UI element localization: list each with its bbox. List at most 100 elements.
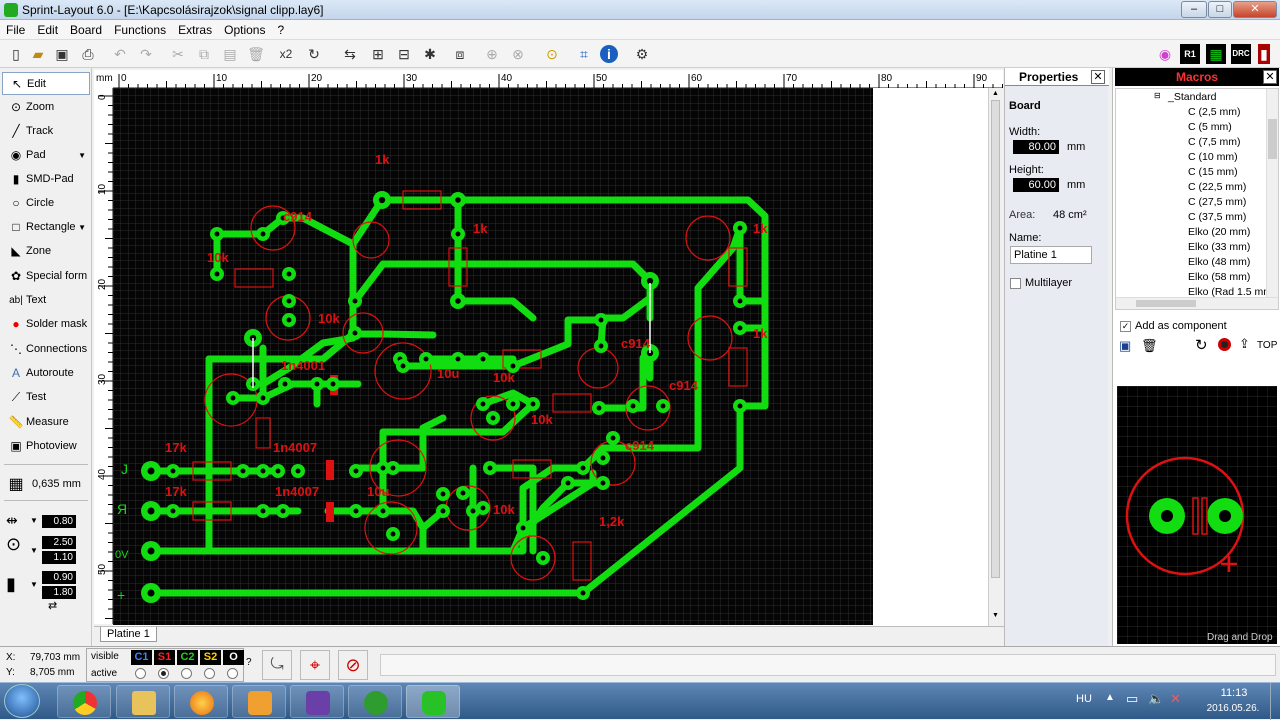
help-mark[interactable]: ? — [246, 657, 252, 668]
taskbar-visual-studio[interactable] — [290, 685, 344, 718]
layer-active-radio[interactable] — [181, 668, 192, 679]
macro-tree[interactable]: ⊟ _Standard C (2,5 mm) C (5 mm) C (7,5 mm)… — [1115, 88, 1279, 310]
tool-connections[interactable]: ⋱ Connections — [2, 338, 90, 361]
start-button[interactable] — [4, 684, 40, 718]
add-component-checkbox[interactable]: ✓ — [1120, 321, 1131, 332]
delete-icon[interactable]: 🗑 — [246, 44, 266, 64]
macro-item[interactable]: Elko (58 mm) — [1188, 270, 1250, 285]
language-indicator[interactable]: HU — [1076, 693, 1092, 705]
name-field[interactable]: Platine 1 — [1010, 246, 1092, 264]
crosshair-icon[interactable]: ⌖ — [300, 650, 330, 680]
chevron-down-icon[interactable]: ▼ — [30, 546, 38, 555]
tool-track[interactable]: ╱ Track — [2, 120, 90, 143]
drc-icon[interactable]: DRC — [1231, 44, 1251, 64]
chevron-down-icon[interactable]: ▼ — [30, 516, 38, 525]
redo-icon[interactable]: ↷ — [136, 44, 156, 64]
height-field[interactable]: 60.00 — [1013, 178, 1059, 192]
copy-icon[interactable]: ⧉ — [194, 44, 214, 64]
tool-autoroute[interactable]: A Autoroute — [2, 362, 90, 385]
clock-time[interactable]: 11:13 — [1210, 687, 1258, 699]
tree-vscrollbar[interactable] — [1266, 89, 1278, 297]
rotate-icon[interactable]: ↻ — [1195, 336, 1208, 354]
r1-icon[interactable]: R1 — [1180, 44, 1200, 64]
chevron-down-icon[interactable]: ▼ — [30, 580, 38, 589]
layer-visible-toggle[interactable]: O — [223, 650, 244, 665]
upload-icon[interactable]: ⇪ — [1239, 336, 1250, 352]
menu-file[interactable]: File — [0, 20, 31, 40]
macro-item[interactable]: Elko (20 mm) — [1188, 225, 1250, 240]
menu-options[interactable]: Options — [218, 20, 271, 40]
pad-outer-field[interactable]: 2.50 — [42, 536, 76, 549]
tree-root[interactable]: _Standard — [1168, 90, 1216, 105]
clock-date[interactable]: 2016.05.26. — [1200, 703, 1266, 714]
macro-item[interactable]: C (27,5 mm) — [1188, 195, 1246, 210]
taskbar-chrome[interactable] — [57, 685, 111, 718]
menu-extras[interactable]: Extras — [172, 20, 218, 40]
top-label[interactable]: TOP — [1257, 340, 1277, 351]
tool-text[interactable]: ab| Text — [2, 289, 90, 312]
unlock-icon[interactable]: ⊗ — [508, 44, 528, 64]
macro-item[interactable]: C (15 mm) — [1188, 165, 1238, 180]
macro-item[interactable]: C (10 mm) — [1188, 150, 1238, 165]
scroll-thumb[interactable] — [991, 100, 1000, 578]
save-icon[interactable]: ▣ — [52, 44, 72, 64]
tree-hscrollbar[interactable] — [1116, 297, 1278, 309]
ratsnest-icon[interactable]: ◉ — [1155, 44, 1175, 64]
macro-item[interactable]: C (37,5 mm) — [1188, 210, 1246, 225]
tool-circle[interactable]: ○ Circle — [2, 192, 90, 215]
no-connection-icon[interactable]: ⊘ — [338, 650, 368, 680]
print-icon[interactable]: ⎙ — [78, 44, 98, 64]
cut-icon[interactable]: ✂ — [168, 44, 188, 64]
open-folder-icon[interactable]: ▰ — [28, 44, 48, 64]
probe-icon[interactable]: ⤿ — [262, 650, 292, 680]
snap-icon[interactable]: ✱ — [420, 44, 440, 64]
settings-gear-icon[interactable]: ⚙ — [632, 44, 652, 64]
power-icon[interactable]: ✕ — [1170, 691, 1181, 707]
smd-width-field[interactable]: 0.90 — [42, 571, 76, 584]
tool-pad[interactable]: ◉ Pad ▼ — [2, 144, 90, 167]
crop-icon[interactable]: ⌗ — [574, 44, 594, 64]
record-icon[interactable] — [1218, 338, 1231, 351]
show-desktop-button[interactable] — [1270, 683, 1280, 720]
pad-inner-field[interactable]: 1.10 — [42, 551, 76, 564]
layer-visible-toggle[interactable]: S2 — [200, 650, 221, 665]
lock-icon[interactable]: ⊕ — [482, 44, 502, 64]
menu-edit[interactable]: Edit — [31, 20, 64, 40]
macro-preview[interactable]: Drag and Drop — [1117, 386, 1277, 644]
layer-active-radio[interactable] — [135, 668, 146, 679]
vertical-scrollbar[interactable]: ▲ ▼ — [988, 88, 1002, 626]
close-icon[interactable]: ✕ — [1263, 70, 1277, 84]
align-icon[interactable]: ⇆ — [340, 44, 360, 64]
paste-icon[interactable]: ▤ — [220, 44, 240, 64]
tool-measure[interactable]: 📏 Measure — [2, 411, 90, 434]
collapse-icon[interactable]: ⊟ — [1154, 91, 1161, 100]
macro-item[interactable]: Elko (33 mm) — [1188, 240, 1250, 255]
tool-edit[interactable]: ↖ Edit — [2, 72, 90, 95]
layers-icon[interactable]: ⧈ — [450, 44, 470, 64]
close-button[interactable]: ✕ — [1233, 1, 1277, 18]
macro-item[interactable]: C (5 mm) — [1188, 120, 1232, 135]
group-icon[interactable]: ⊞ — [368, 44, 388, 64]
menu-board[interactable]: Board — [64, 20, 108, 40]
scroll-thumb[interactable] — [1136, 300, 1196, 307]
rotate-icon[interactable]: ↻ — [304, 44, 324, 64]
zoom-icon[interactable]: ⊙ — [542, 44, 562, 64]
tool-zone[interactable]: ◣ Zone — [2, 240, 90, 263]
tray-chevron-icon[interactable]: ▲ — [1105, 692, 1115, 703]
macro-item[interactable]: C (22,5 mm) — [1188, 180, 1246, 195]
swap-icon[interactable]: ⇄ — [48, 599, 57, 612]
chevron-down-icon[interactable]: ▼ — [78, 216, 86, 239]
layer-visible-toggle[interactable]: S1 — [154, 650, 175, 665]
tool-rectangle[interactable]: □ Rectangle ▼ — [2, 216, 90, 239]
tool-test[interactable]: ⟋ Test — [2, 386, 90, 409]
layer-visible-toggle[interactable]: C1 — [131, 650, 152, 665]
layer-active-radio[interactable] — [158, 668, 169, 679]
track-width-field[interactable]: 0.80 — [42, 515, 76, 528]
tab-platine-1[interactable]: Platine 1 — [100, 627, 157, 642]
macro-item[interactable]: C (2,5 mm) — [1188, 105, 1241, 120]
maximize-button[interactable]: □ — [1208, 1, 1232, 18]
save-icon[interactable]: ▣ — [1119, 338, 1131, 354]
smd-height-field[interactable]: 1.80 — [42, 586, 76, 599]
network-icon[interactable]: ▭ — [1126, 691, 1138, 707]
scroll-thumb[interactable] — [1268, 119, 1277, 159]
